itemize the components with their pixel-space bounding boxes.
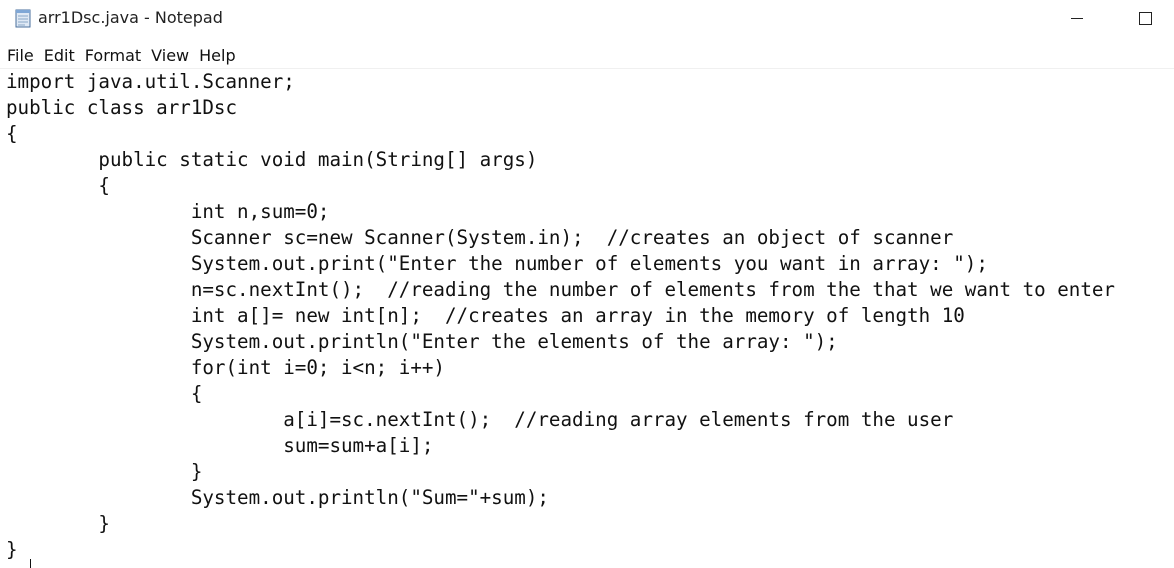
menu-bar: File Edit Format View Help	[0, 42, 241, 68]
code-line[interactable]: int a[]= new int[n]; //creates an array …	[6, 303, 965, 329]
code-line[interactable]: }	[6, 537, 18, 563]
code-line[interactable]: public static void main(String[] args)	[6, 147, 537, 173]
notepad-window: arr1Dsc.java - Notepad File Edit Format …	[0, 0, 1174, 568]
code-line[interactable]: {	[6, 173, 110, 199]
code-line[interactable]: System.out.print("Enter the number of el…	[6, 251, 988, 277]
code-line[interactable]: a[i]=sc.nextInt(); //reading array eleme…	[6, 407, 953, 433]
code-line[interactable]: int n,sum=0;	[6, 199, 330, 225]
menu-view[interactable]: View	[146, 44, 194, 67]
text-editor-area[interactable]: import java.util.Scanner; public class a…	[0, 69, 1174, 568]
minimize-button[interactable]	[1054, 0, 1100, 36]
code-line[interactable]: n=sc.nextInt(); //reading the number of …	[6, 277, 1115, 303]
menu-format[interactable]: Format	[80, 44, 146, 67]
code-line[interactable]: Scanner sc=new Scanner(System.in); //cre…	[6, 225, 953, 251]
code-line[interactable]: System.out.println("Sum="+sum);	[6, 485, 549, 511]
code-line[interactable]: import java.util.Scanner;	[6, 69, 295, 95]
code-line[interactable]: sum=sum+a[i];	[6, 433, 433, 459]
code-line[interactable]: public class arr1Dsc	[6, 95, 237, 121]
menu-file[interactable]: File	[2, 44, 39, 67]
code-line[interactable]: }	[6, 459, 203, 485]
text-caret	[30, 559, 31, 568]
notepad-icon	[15, 9, 31, 28]
maximize-button[interactable]	[1122, 0, 1168, 36]
menu-help[interactable]: Help	[194, 44, 240, 67]
minimize-icon	[1071, 17, 1083, 19]
window-title: arr1Dsc.java - Notepad	[38, 8, 223, 27]
code-line[interactable]: for(int i=0; i<n; i++)	[6, 355, 445, 381]
code-line[interactable]: System.out.println("Enter the elements o…	[6, 329, 838, 355]
code-line[interactable]: {	[6, 121, 18, 147]
code-line[interactable]: {	[6, 381, 203, 407]
code-line[interactable]: }	[6, 511, 110, 537]
maximize-icon	[1138, 11, 1152, 25]
title-bar[interactable]: arr1Dsc.java - Notepad	[0, 0, 1174, 38]
menu-edit[interactable]: Edit	[39, 44, 80, 67]
